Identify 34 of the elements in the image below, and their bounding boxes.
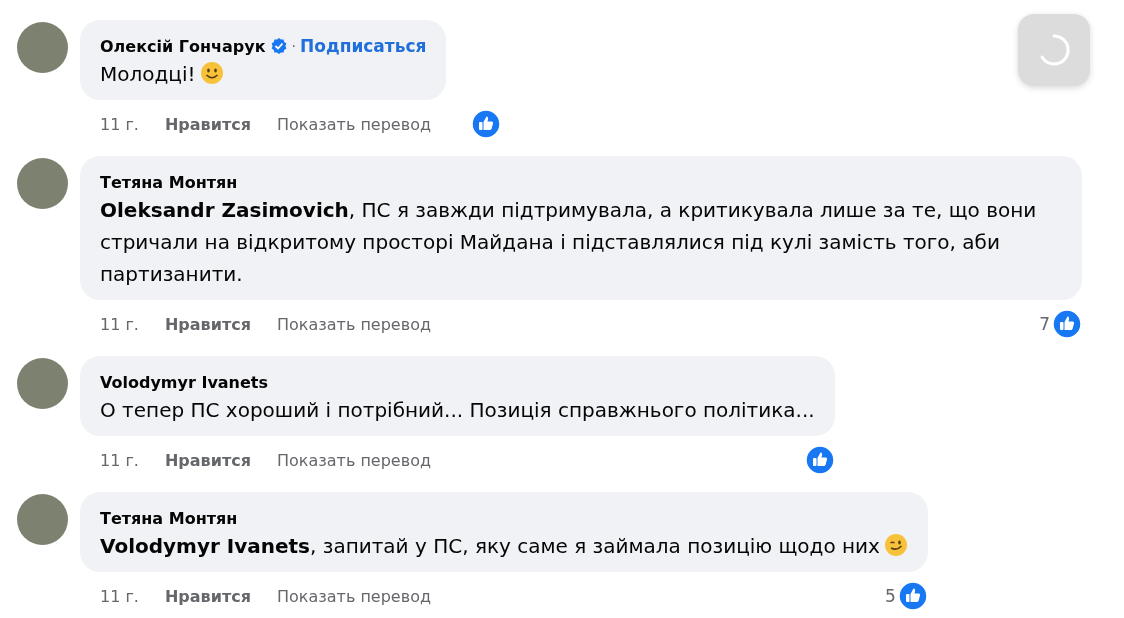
like-icon	[471, 109, 501, 139]
like-icon	[1052, 309, 1082, 339]
reaction-count[interactable]: 5	[885, 586, 896, 606]
timestamp[interactable]: 11 г.	[100, 450, 139, 470]
author-name[interactable]: Volodymyr Ivanets	[100, 372, 268, 392]
timestamp[interactable]: 11 г.	[100, 586, 139, 606]
comment-text: Volodymyr Ivanets, запитай у ПС, яку саме я займала позицію щодо них	[100, 530, 908, 562]
comment-text: О тепер ПС хороший і потрібний... Позиція справжнього політика...	[100, 397, 815, 424]
translate-link[interactable]: Показать перевод	[276, 314, 431, 334]
like-link[interactable]: Нравится	[164, 314, 251, 334]
like-link[interactable]: Нравится	[164, 114, 251, 134]
avatar[interactable]	[17, 158, 68, 209]
like-link[interactable]: Нравится	[164, 450, 251, 470]
like-icon	[804, 445, 835, 475]
translate-link[interactable]: Показать перевод	[276, 450, 431, 470]
avatar[interactable]	[17, 494, 68, 545]
winking-face-icon	[883, 533, 908, 557]
reaction-count[interactable]: 7	[1039, 314, 1050, 334]
author-name[interactable]: Олексій Гончарук	[100, 36, 266, 56]
separator-dot: ·	[291, 38, 296, 54]
translate-link[interactable]: Показать перевод	[276, 586, 431, 606]
translate-link[interactable]: Показать перевод	[276, 114, 431, 134]
timestamp[interactable]: 11 г.	[100, 314, 139, 334]
like-icon	[897, 581, 928, 611]
follow-link[interactable]: Подписаться	[300, 36, 427, 56]
avatar[interactable]	[17, 22, 68, 73]
like-link[interactable]: Нравится	[164, 586, 251, 606]
avatar[interactable]	[17, 358, 68, 409]
smiley-icon	[199, 61, 224, 85]
author-name[interactable]: Тетяна Монтян	[100, 172, 238, 192]
comment-text: Oleksandr Zasimovich, ПС я завжди підтримувала, а критикувала лише за те, що вони стричали на відкритому просторі Майдана і підставлялися під кулі замість того, аби партизанити.	[100, 197, 1038, 288]
timestamp[interactable]: 11 г.	[100, 114, 139, 134]
author-name[interactable]: Тетяна Монтян	[100, 508, 238, 528]
comment-text: Молодці!	[100, 58, 427, 90]
